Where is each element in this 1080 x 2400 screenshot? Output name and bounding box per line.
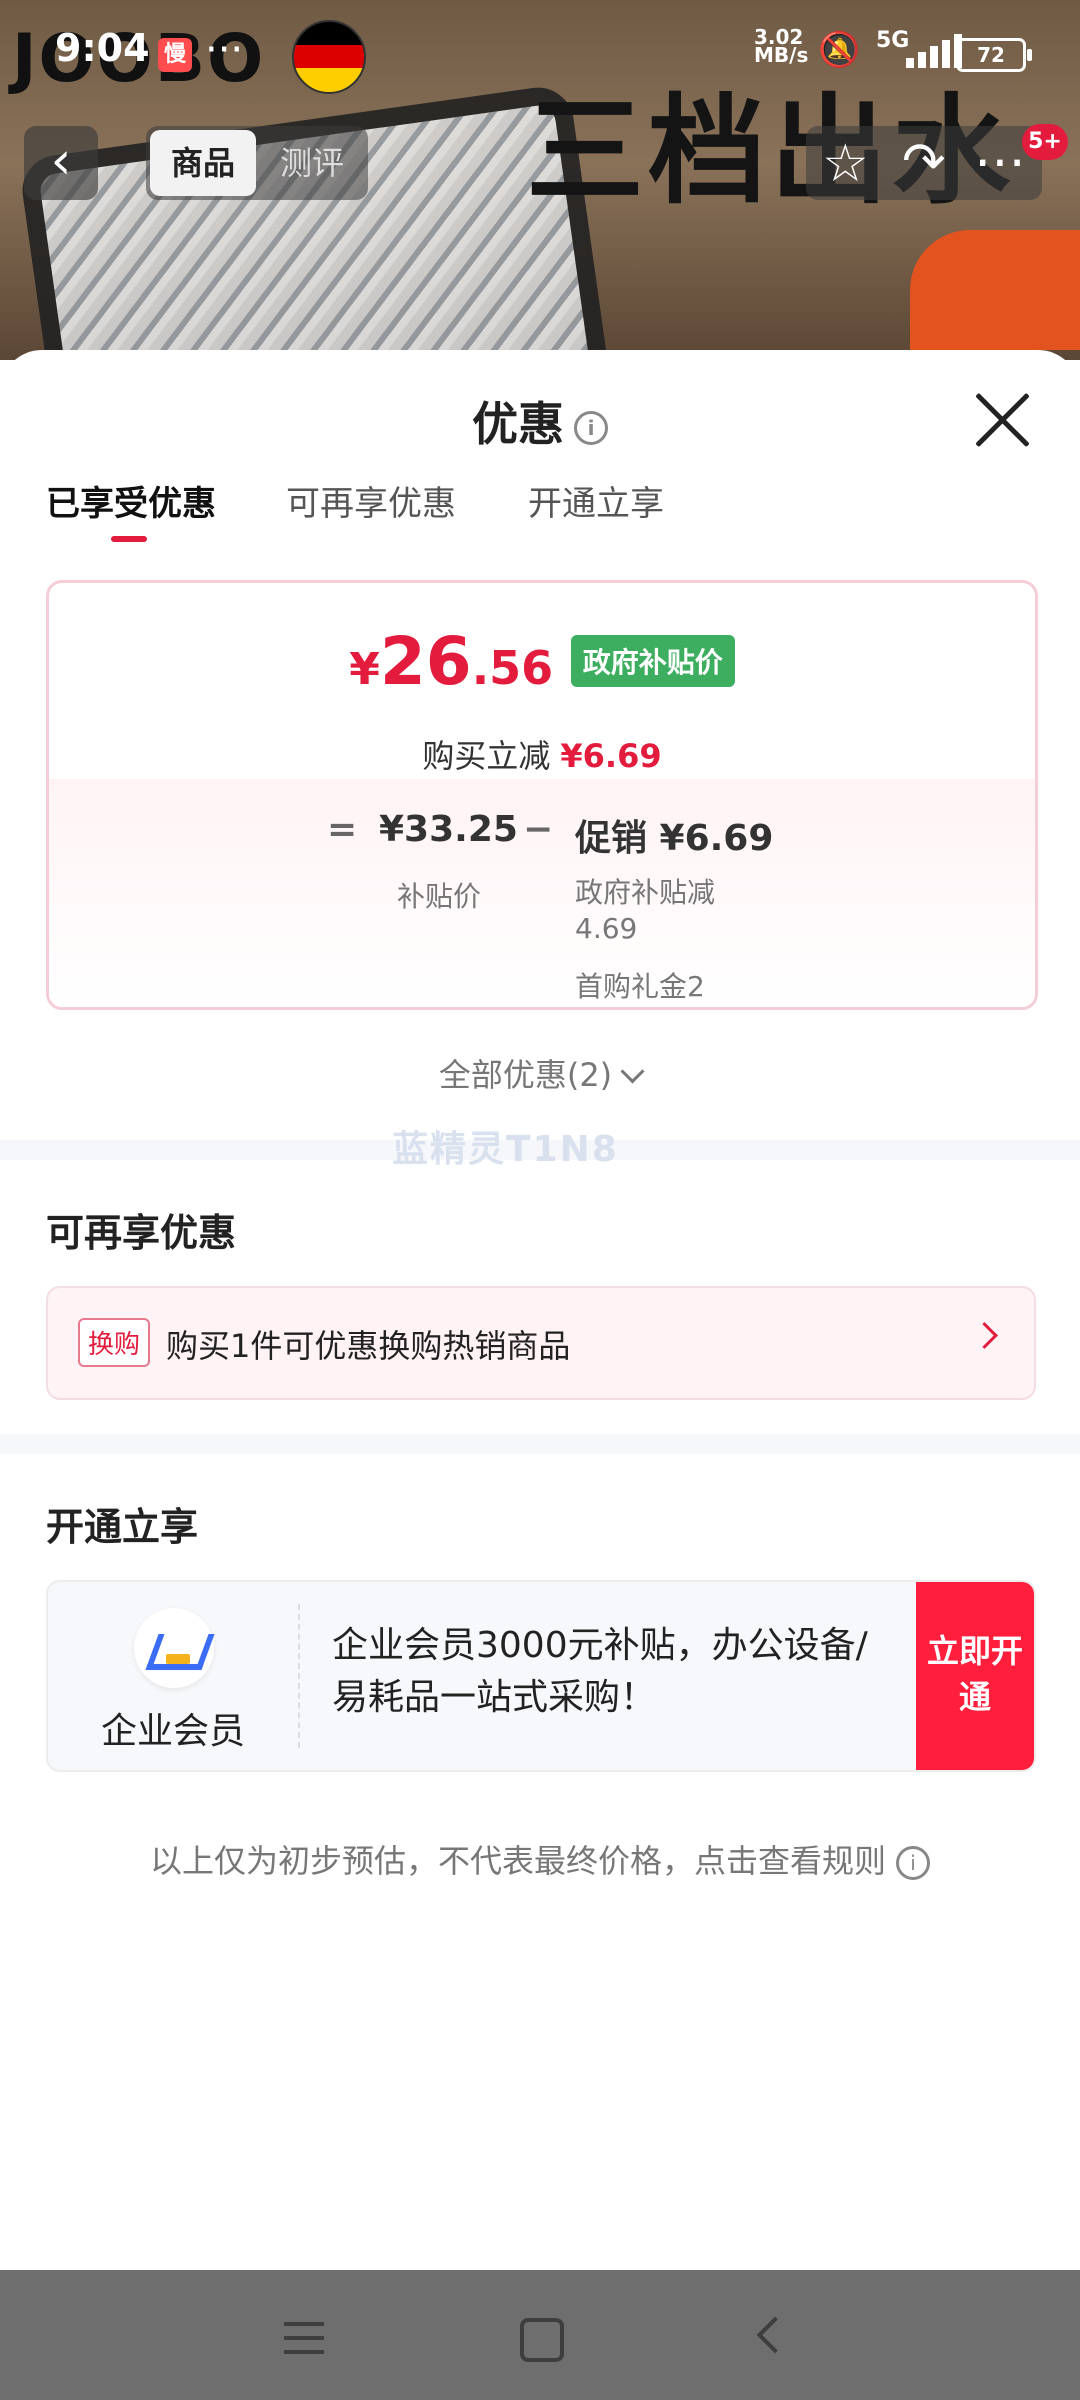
gov-subsidy-detail: 政府补贴减 4.69	[575, 876, 716, 945]
active-tab-indicator	[111, 536, 147, 542]
dashed-separator	[298, 1604, 300, 1748]
more-notifications-icon: ···	[205, 27, 244, 73]
battery-icon: 72	[956, 38, 1032, 72]
system-nav-bar	[0, 2270, 1080, 2400]
favorite-icon[interactable]: ☆	[822, 134, 869, 194]
sheet-title: 优惠 i	[0, 388, 1080, 454]
info-icon[interactable]: i	[574, 410, 608, 445]
slow-badge-icon: 慢	[158, 38, 192, 72]
member-name: 企业会员	[100, 1711, 245, 1752]
flag-icon	[292, 20, 366, 94]
subsidy-price-label: 补贴价	[397, 880, 482, 913]
activate-now-button[interactable]: 立即开通	[916, 1582, 1034, 1770]
promo-badge	[910, 230, 1080, 350]
first-purchase-gift: 首购礼金2	[575, 970, 705, 1003]
tab-review[interactable]: 测评	[262, 130, 362, 196]
back-icon[interactable]	[756, 2316, 794, 2354]
exchange-offer-row[interactable]: 换购 购买1件可优惠换购热销商品	[46, 1286, 1036, 1400]
price-card: ¥26.56 政府补贴价 购买立减 ¥6.69 = ¥33.25 − 促销 ¥6.…	[46, 580, 1038, 1010]
status-bar: 9:04 慢 ··· 3.02 MB/s 🔕 5G 72	[0, 0, 1080, 110]
member-description: 企业会员3000元补贴，办公设备/易耗品一站式采购！	[332, 1625, 868, 1718]
top-actions: ☆ ↷ ⋯	[806, 126, 1042, 200]
chevron-right-icon	[971, 1322, 998, 1349]
status-time: 9:04	[55, 26, 150, 70]
menu-icon[interactable]	[284, 2322, 324, 2356]
info-icon[interactable]: i	[896, 1846, 930, 1880]
enterprise-member-card: 企业会员 企业会员3000元补贴，办公设备/易耗品一站式采购！ 立即开通	[46, 1580, 1036, 1772]
all-offers-toggle[interactable]: 全部优惠(2)	[0, 1050, 1080, 1096]
gov-subsidy-badge: 政府补贴价	[570, 635, 735, 687]
member-info: 企业会员	[48, 1582, 298, 1770]
chevron-down-icon	[620, 1059, 645, 1084]
activate-title: 开通立享	[46, 1505, 199, 1549]
more-icon[interactable]: ⋯	[974, 132, 1026, 192]
network-speed: 3.02 MB/s	[754, 25, 809, 67]
close-button[interactable]	[972, 390, 1032, 450]
back-button[interactable]: ‹	[24, 126, 98, 200]
tab-product[interactable]: 商品	[150, 130, 256, 196]
five-g-icon: 5G	[876, 28, 910, 53]
offers-sheet: 优惠 i 已享受优惠 可再享优惠 开通立享 ¥26.56 政府补贴价 购买立减 ¥6…	[0, 350, 1080, 2270]
promo-value: 促销 ¥6.69	[575, 818, 774, 859]
subsidy-price-value: ¥33.25	[379, 809, 518, 850]
tab-more-offers[interactable]: 可再享优惠	[286, 476, 456, 525]
notification-badge: 5+	[1022, 124, 1068, 160]
mute-icon: 🔕	[818, 30, 861, 70]
enterprise-logo-icon	[134, 1608, 214, 1688]
buy-reduction: 购买立减 ¥6.69	[422, 737, 662, 775]
share-icon[interactable]: ↷	[902, 132, 946, 192]
exchange-tag: 换购	[78, 1318, 151, 1367]
estimate-note[interactable]: 以上仅为初步预估，不代表最终价格，点击查看规则 i	[0, 1836, 1080, 1882]
exchange-text: 购买1件可优惠换购热销商品	[166, 1327, 571, 1365]
final-price: ¥26.56 政府补贴价	[49, 623, 1035, 700]
home-icon[interactable]	[520, 2318, 564, 2362]
top-tabs: 商品 测评	[146, 126, 368, 200]
more-offers-title: 可再享优惠	[46, 1211, 237, 1255]
tab-enjoyed[interactable]: 已享受优惠	[46, 476, 216, 525]
section-divider	[0, 1434, 1080, 1454]
watermark: 蓝精灵T1N8	[392, 1129, 619, 1170]
tab-activate[interactable]: 开通立享	[528, 476, 664, 525]
